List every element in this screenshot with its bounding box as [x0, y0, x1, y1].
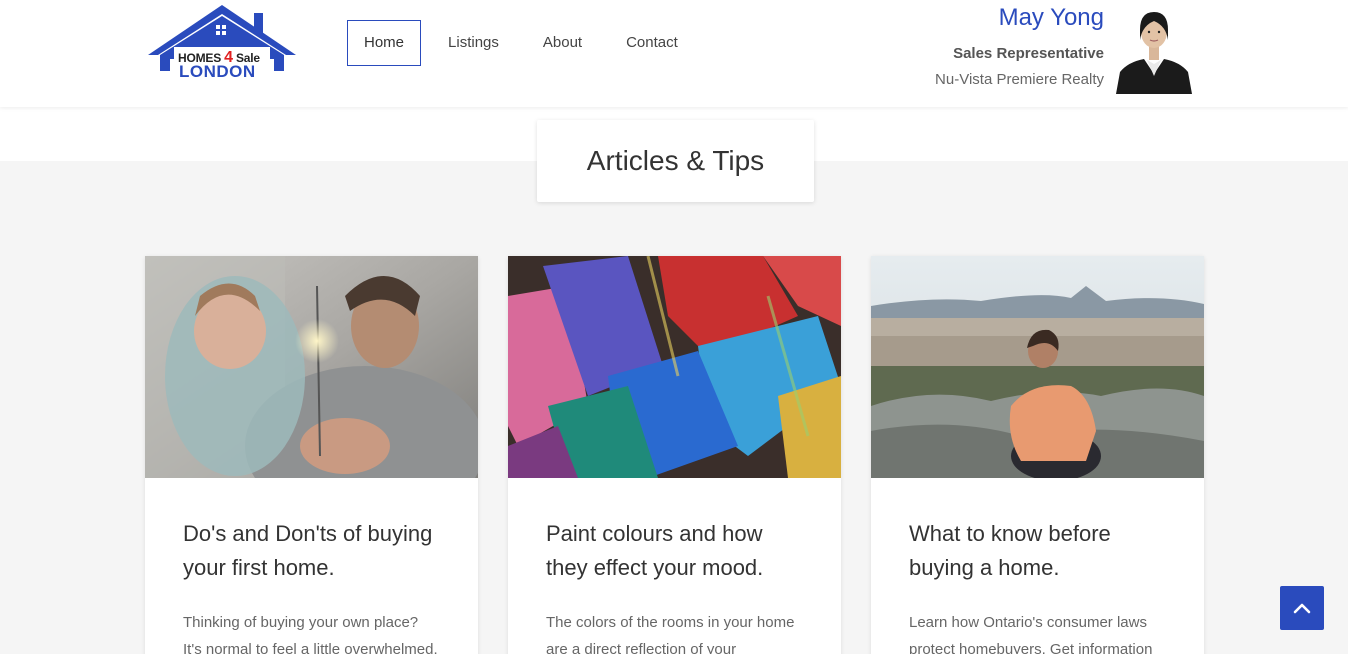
agent-title: Sales Representative [953, 45, 1104, 62]
article-image-sparkler [145, 256, 478, 478]
agent-photo [1114, 4, 1194, 94]
article-card[interactable]: What to know before buying a home. Learn… [871, 256, 1204, 654]
agent-info: May Yong Sales Representative Nu-Vista P… [935, 4, 1104, 88]
article-excerpt: Thinking of buying your own place? It's … [183, 614, 438, 654]
logo-text-bottom: LONDON [179, 62, 256, 81]
article-title[interactable]: Paint colours and how they effect your m… [546, 517, 803, 585]
section-title: Articles & Tips [586, 145, 765, 176]
article-card[interactable]: Do's and Don'ts of buying your first hom… [145, 256, 478, 654]
agent-name: May Yong [998, 4, 1104, 31]
article-excerpt: The colors of the rooms in your home are… [546, 614, 795, 654]
article-image-city-view [871, 256, 1204, 478]
site-logo[interactable]: HOMES 4 Sale LONDON [146, 3, 300, 81]
nav-home[interactable]: Home [347, 20, 422, 66]
agent-company: Nu-Vista Premiere Realty [935, 71, 1104, 88]
article-title[interactable]: Do's and Don'ts of buying your first hom… [183, 517, 440, 585]
main-nav: Home Listings About Contact [347, 20, 705, 66]
section-title-box: Articles & Tips [537, 120, 814, 202]
nav-contact[interactable]: Contact [609, 20, 695, 66]
article-excerpt: Learn how Ontario's consumer laws protec… [909, 614, 1153, 654]
article-image-paintbrushes [508, 256, 841, 478]
scroll-to-top-button[interactable] [1280, 586, 1324, 630]
article-title[interactable]: What to know before buying a home. [909, 517, 1166, 585]
chevron-up-icon [1293, 603, 1311, 614]
nav-about[interactable]: About [526, 20, 599, 66]
nav-listings[interactable]: Listings [431, 20, 516, 66]
site-header: HOMES 4 Sale LONDON Home Listings About … [0, 0, 1348, 107]
article-card[interactable]: Paint colours and how they effect your m… [508, 256, 841, 654]
